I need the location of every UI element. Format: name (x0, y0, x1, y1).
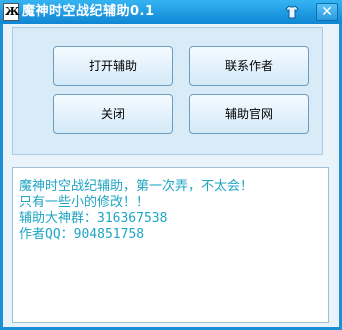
official-site-button[interactable]: 辅助官网 (189, 94, 309, 134)
contact-author-button[interactable]: 联系作者 (189, 46, 309, 86)
tshirt-icon[interactable] (284, 4, 300, 20)
close-window-button[interactable]: ✕ (316, 3, 338, 21)
app-icon: Ж (3, 3, 19, 21)
close-button[interactable]: 关闭 (53, 94, 173, 134)
open-assist-button[interactable]: 打开辅助 (53, 46, 173, 86)
info-line-4: 作者QQ：904851758 (19, 227, 145, 242)
button-panel: 打开辅助 联系作者 关闭 辅助官网 (12, 27, 323, 155)
client-area: 打开辅助 联系作者 关闭 辅助官网 魔神时空战纪辅助，第一次弄，不太会！ 只有一… (3, 24, 339, 327)
info-line-2: 只有一些小的修改！！ (19, 195, 150, 210)
title-bar[interactable]: Ж 魔神时空战纪辅助0.1 ✕ (0, 0, 342, 24)
info-panel: 魔神时空战纪辅助，第一次弄，不太会！ 只有一些小的修改！！ 辅助大神群：3163… (12, 167, 329, 323)
window-title: 魔神时空战纪辅助0.1 (22, 4, 155, 19)
info-line-1: 魔神时空战纪辅助，第一次弄，不太会！ (19, 179, 254, 194)
info-line-3: 辅助大神群：316367538 (19, 211, 168, 226)
main-window: Ж 魔神时空战纪辅助0.1 ✕ 打开辅助 联系作者 关闭 辅助官网 魔神时空战纪… (0, 0, 342, 330)
